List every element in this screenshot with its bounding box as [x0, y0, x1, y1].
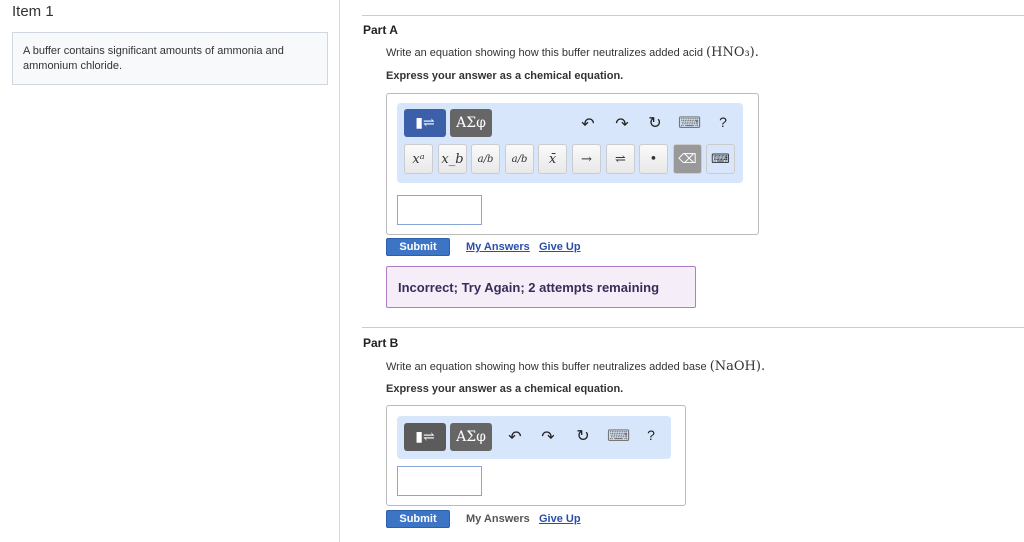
part-b-instruction: Express your answer as a chemical equati… [386, 383, 624, 395]
subscript-button[interactable]: x_b [438, 144, 467, 174]
prompt-text: Write an equation showing how this buffe… [386, 47, 703, 59]
part-b-submit-button[interactable]: Submit [386, 510, 450, 528]
keyboard-icon[interactable]: ⌨ [678, 113, 701, 133]
backspace-icon[interactable]: ⌫ [673, 144, 702, 174]
chem-formula: (HNO₃). [706, 45, 759, 60]
templates-button[interactable]: ▮⇌ [404, 423, 446, 451]
part-b-give-up-link[interactable]: Give Up [539, 513, 581, 525]
prompt-text: Write an equation showing how this buffe… [386, 361, 707, 373]
help-icon[interactable]: ? [713, 114, 733, 130]
fraction-button[interactable]: a/b [505, 144, 534, 174]
keyboard-icon[interactable]: ⌨ [607, 426, 630, 446]
part-b-my-answers-label: My Answers [466, 513, 530, 525]
keyboard-toggle-icon[interactable]: ⌨ [706, 144, 735, 174]
greek-symbols-button[interactable]: ΑΣφ [450, 423, 492, 451]
reset-icon[interactable]: ↻ [645, 113, 665, 133]
undo-icon[interactable]: ↶ [578, 114, 598, 134]
part-a-answer-input[interactable] [397, 195, 482, 225]
item-title: Item 1 [12, 3, 54, 20]
reset-icon[interactable]: ↻ [573, 426, 593, 446]
part-a-submit-button[interactable]: Submit [386, 238, 450, 256]
overline-button[interactable]: x̄ [538, 144, 567, 174]
part-a-my-answers-link[interactable]: My Answers [466, 241, 530, 253]
part-b-answer-input[interactable] [397, 466, 482, 496]
help-icon[interactable]: ? [641, 427, 661, 443]
superscript-button[interactable]: xᵃ [404, 144, 433, 174]
dot-button[interactable]: • [639, 144, 668, 174]
divider [362, 15, 1024, 16]
item-panel: Item 1 A buffer contains significant amo… [0, 0, 340, 542]
feedback-message: Incorrect; Try Again; 2 attempts remaini… [386, 266, 696, 308]
part-a-instruction: Express your answer as a chemical equati… [386, 70, 624, 82]
part-b-label: Part B [363, 336, 399, 350]
chem-formula: (NaOH). [709, 359, 766, 374]
part-a-give-up-link[interactable]: Give Up [539, 241, 581, 253]
undo-icon[interactable]: ↶ [505, 427, 525, 447]
greek-symbols-button[interactable]: ΑΣφ [450, 109, 492, 137]
divider [362, 327, 1024, 328]
part-a-prompt: Write an equation showing how this buffe… [386, 45, 759, 60]
part-b-prompt: Write an equation showing how this buffe… [386, 359, 765, 374]
arrow-button[interactable]: → [572, 144, 601, 174]
redo-icon[interactable]: ↷ [538, 427, 558, 447]
redo-icon[interactable]: ↷ [612, 114, 632, 134]
stacked-button[interactable]: a/b [471, 144, 500, 174]
templates-button[interactable]: ▮⇌ [404, 109, 446, 137]
equilibrium-button[interactable]: ⇌ [606, 144, 635, 174]
part-a-label: Part A [363, 23, 398, 37]
question-text: A buffer contains significant amounts of… [12, 32, 328, 85]
